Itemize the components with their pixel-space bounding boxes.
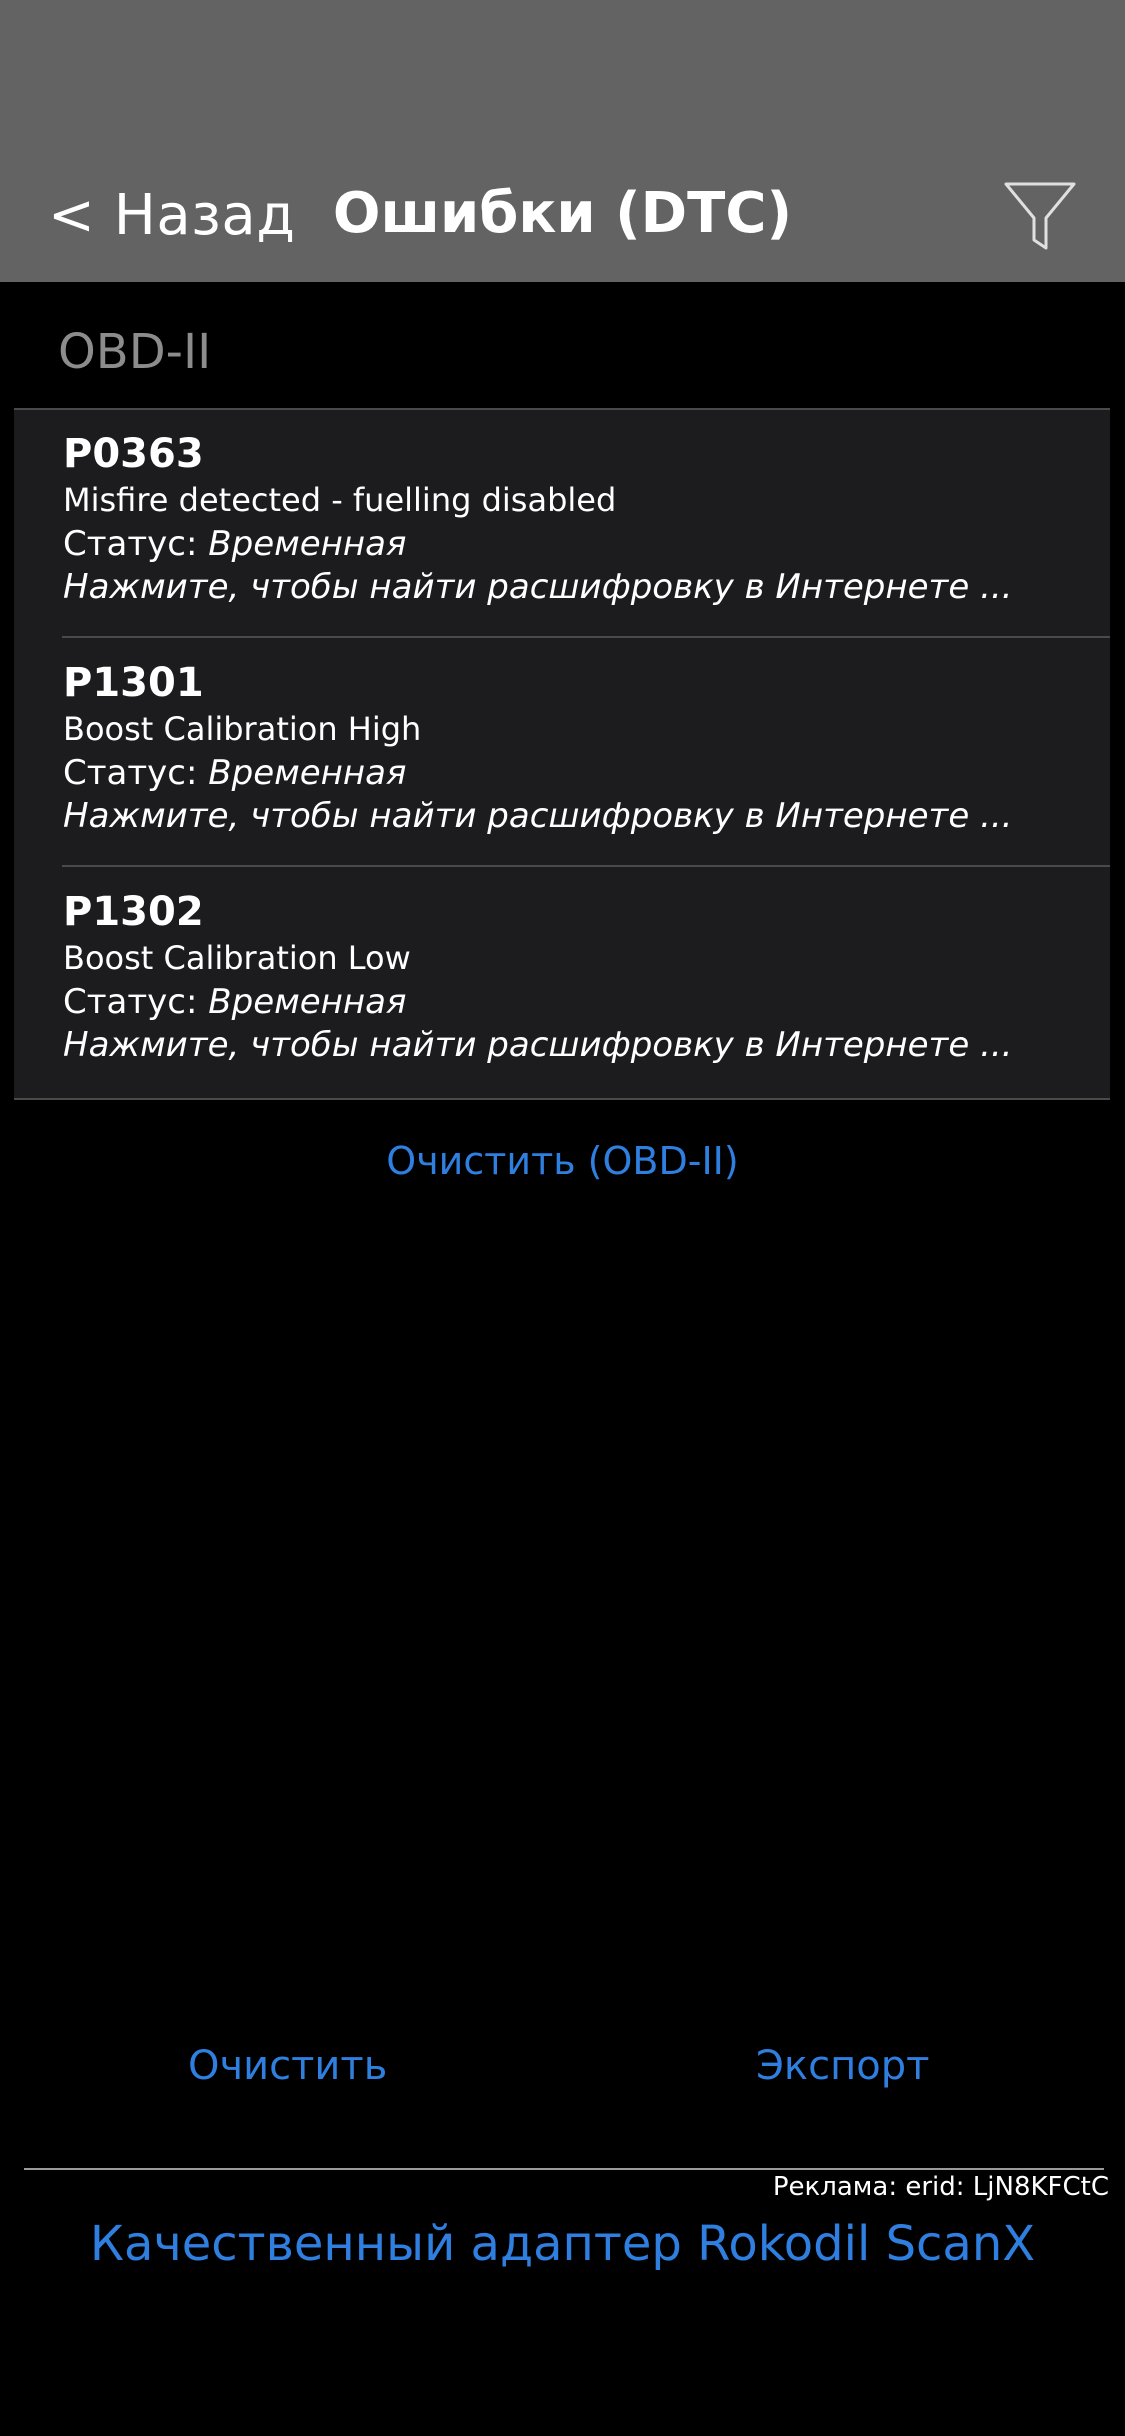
- dtc-screen: < Назад Ошибки (DTC) OBD-II P0363 Misfir…: [0, 0, 1125, 2436]
- dtc-status-value: Временная: [208, 524, 407, 564]
- dtc-row[interactable]: P1301 Boost Calibration High Статус: Вре…: [14, 639, 1110, 867]
- dtc-status: Статус: Временная: [63, 752, 406, 794]
- section-header-obd2: OBD-II: [58, 324, 212, 380]
- dtc-code: P1302: [63, 889, 204, 935]
- dtc-status-label: Статус:: [63, 524, 198, 564]
- funnel-icon: [1004, 182, 1076, 250]
- dtc-code: P1301: [63, 660, 204, 706]
- dtc-search-hint: Нажмите, чтобы найти расшифровку в Интер…: [63, 567, 1013, 607]
- dtc-row[interactable]: P1302 Boost Calibration Low Статус: Врем…: [14, 868, 1110, 1096]
- dtc-list: P0363 Misfire detected - fuelling disabl…: [14, 408, 1110, 1100]
- dtc-status-value: Временная: [208, 982, 407, 1022]
- export-button[interactable]: Экспорт: [756, 2040, 929, 2092]
- dtc-description: Misfire detected - fuelling disabled: [63, 481, 617, 519]
- dtc-row[interactable]: P0363 Misfire detected - fuelling disabl…: [14, 410, 1110, 638]
- filter-button[interactable]: [1000, 176, 1080, 256]
- dtc-search-hint: Нажмите, чтобы найти расшифровку в Интер…: [63, 1025, 1013, 1065]
- clear-obd2-button[interactable]: Очистить (OBD-II): [0, 1136, 1125, 1186]
- row-divider: [62, 865, 1110, 867]
- dtc-status: Статус: Временная: [63, 523, 406, 565]
- dtc-status-label: Статус:: [63, 982, 198, 1022]
- clear-button[interactable]: Очистить: [188, 2040, 387, 2092]
- ad-banner-link[interactable]: Качественный адаптер Rokodil ScanX: [0, 2214, 1125, 2274]
- dtc-status-value: Временная: [208, 753, 407, 793]
- navigation-bar: < Назад Ошибки (DTC): [0, 0, 1125, 282]
- ad-label: Реклама: erid: LjN8KFCtC: [772, 2172, 1109, 2202]
- dtc-search-hint: Нажмите, чтобы найти расшифровку в Интер…: [63, 796, 1013, 836]
- row-divider: [62, 636, 1110, 638]
- dtc-status-label: Статус:: [63, 753, 198, 793]
- dtc-description: Boost Calibration Low: [63, 939, 411, 977]
- back-button[interactable]: < Назад: [48, 182, 295, 250]
- dtc-description: Boost Calibration High: [63, 710, 422, 748]
- dtc-code: P0363: [63, 431, 204, 477]
- dtc-status: Статус: Временная: [63, 981, 406, 1023]
